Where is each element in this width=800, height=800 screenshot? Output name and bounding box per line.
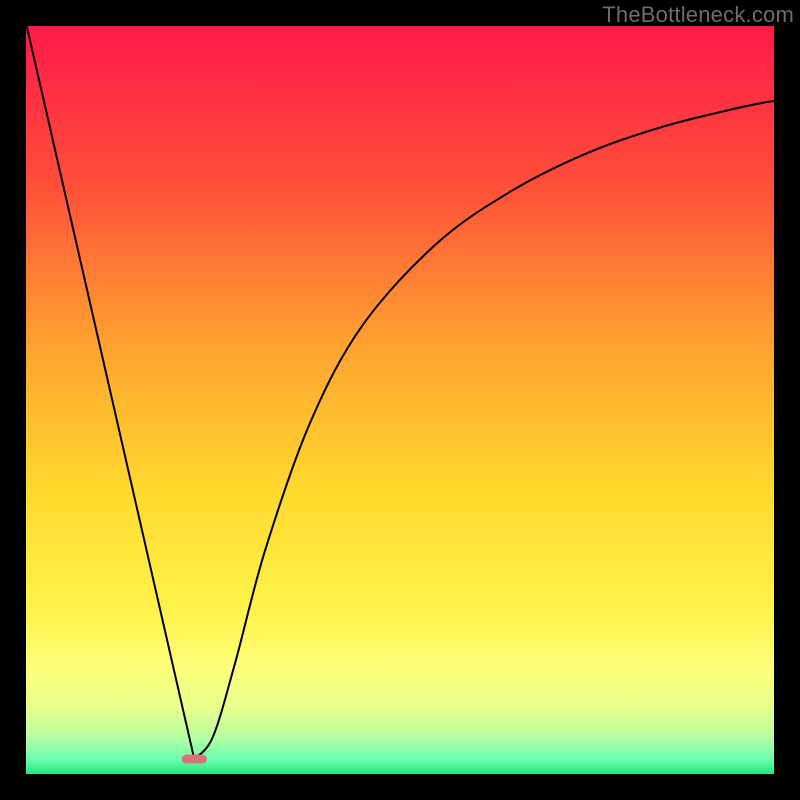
bottleneck-chart: [26, 26, 774, 774]
chart-frame: [26, 26, 774, 774]
minimum-marker: [182, 755, 207, 764]
chart-background: [26, 26, 774, 774]
watermark-text: TheBottleneck.com: [602, 2, 794, 28]
